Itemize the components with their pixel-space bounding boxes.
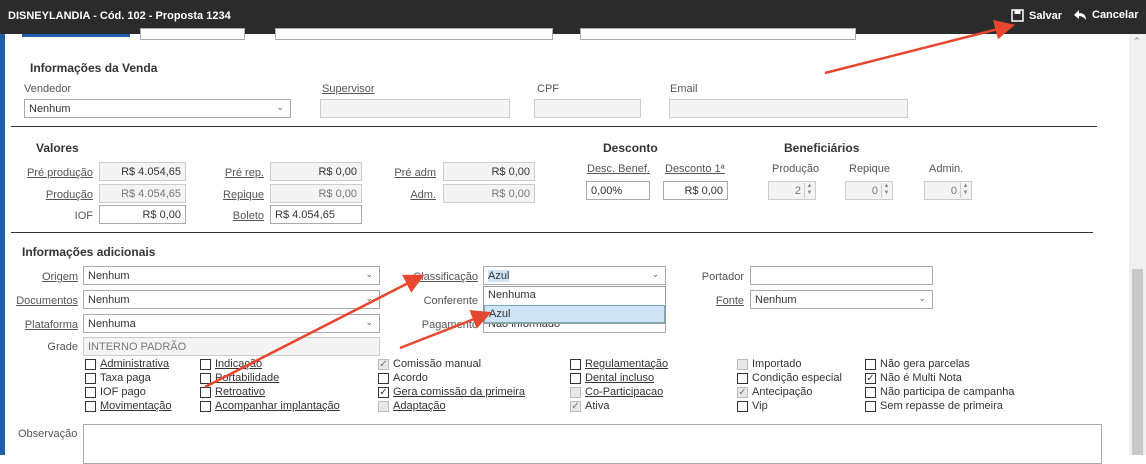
arrow-to-azul-option xyxy=(399,310,492,350)
annotation-arrows xyxy=(204,20,1015,389)
arrow-to-save xyxy=(824,20,1015,75)
arrow-to-classificacao xyxy=(204,274,425,389)
